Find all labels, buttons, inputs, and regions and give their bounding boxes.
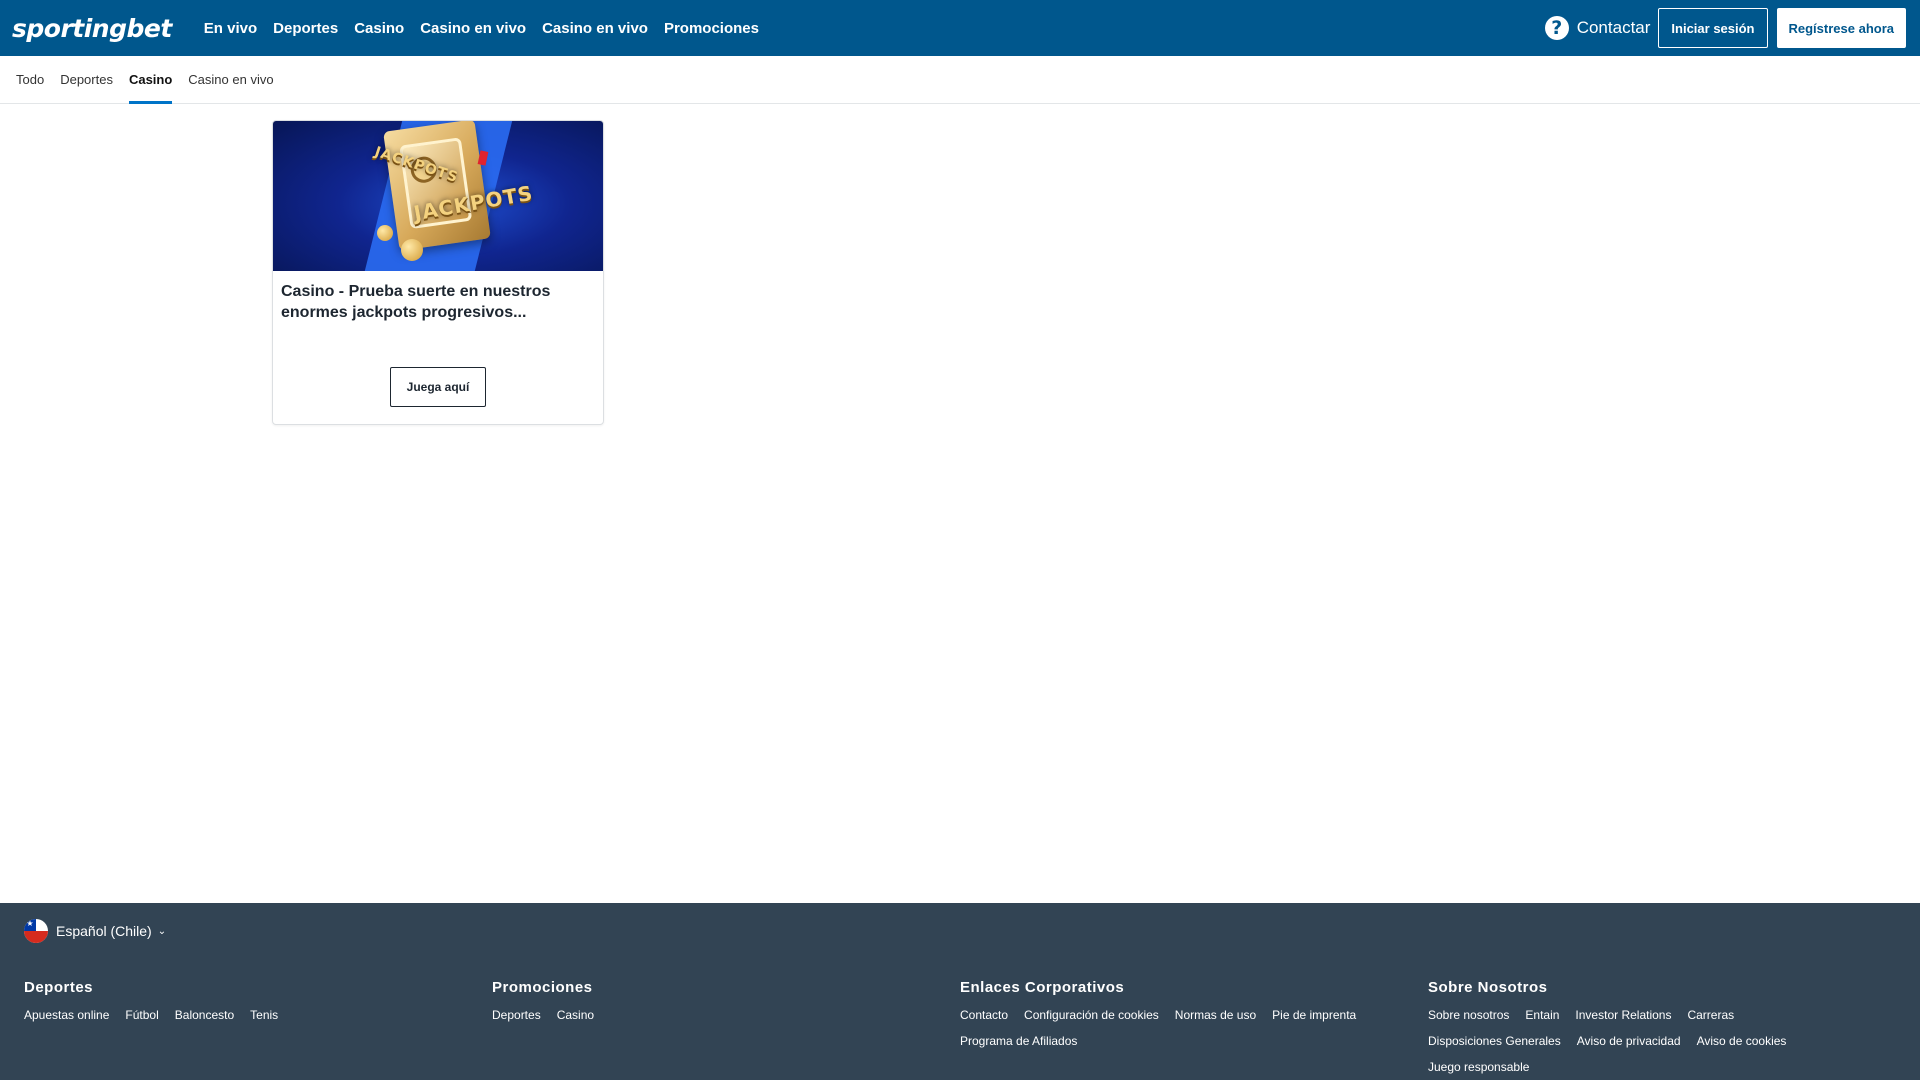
footer-link[interactable]: Tenis [250,1008,278,1034]
footer-column-sobre-nosotros: Sobre Nosotros Sobre nosotros Entain Inv… [1428,979,1848,1080]
footer-column-title: Sobre Nosotros [1428,979,1548,996]
main-nav: En vivo Deportes Casino Casino en vivo C… [204,0,775,56]
footer-link[interactable]: Carreras [1687,1008,1734,1034]
chevron-down-icon: ⌄ [157,925,167,937]
footer-column-deportes: Deportes Apuestas online Fútbol Balonces… [24,979,444,1034]
footer-link[interactable]: Sobre nosotros [1428,1008,1509,1034]
footer-link[interactable]: Deportes [492,1008,541,1034]
footer-link[interactable]: Programa de Afiliados [960,1034,1077,1060]
footer-link[interactable]: Normas de uso [1175,1008,1256,1034]
footer-column-title: Promociones [492,979,593,996]
nav-casino-en-vivo[interactable]: Casino en vivo [420,20,526,37]
footer-link[interactable]: Investor Relations [1575,1008,1671,1034]
footer-column-promociones: Promociones Deportes Casino [492,979,912,1034]
sportingbet-logo[interactable]: sportingbet [12,14,172,43]
contact-label: Contactar [1576,18,1651,37]
help-icon: ? [1544,16,1569,40]
footer-link[interactable]: Aviso de privacidad [1577,1034,1681,1060]
language-selector[interactable]: ★ Español (Chile) ⌄ [24,919,166,943]
register-button[interactable]: Regístrese ahora [1776,8,1906,48]
coin-icon [377,225,393,241]
footer-link[interactable]: Juego responsable [1428,1060,1529,1080]
tab-todo[interactable]: Todo [16,56,44,103]
jackpots-banner-image: JACKPOTS JACKPOTS [273,121,603,271]
footer-link[interactable]: Configuración de cookies [1024,1008,1159,1034]
chile-flag-icon: ★ [24,919,48,943]
contact-link[interactable]: ? Contactar [1544,16,1651,40]
footer-link[interactable]: Apuestas online [24,1008,109,1034]
nav-deportes[interactable]: Deportes [273,20,338,37]
footer-link[interactable]: Entain [1525,1008,1559,1034]
footer-link[interactable]: Contacto [960,1008,1008,1034]
tab-casino[interactable]: Casino [128,56,173,104]
footer-link[interactable]: Pie de imprenta [1272,1008,1356,1034]
top-header: sportingbet En vivo Deportes Casino Casi… [0,0,1920,56]
footer-column-enlaces-corporativos: Enlaces Corporativos Contacto Configurac… [960,979,1380,1060]
promo-card-title: Casino - Prueba suerte en nuestros enorm… [281,283,551,321]
footer-column-title: Deportes [24,979,94,996]
footer-link[interactable]: Fútbol [125,1008,158,1034]
header-actions: ? Contactar Iniciar sesión Regístrese ah… [1544,0,1906,56]
site-footer: ★ Español (Chile) ⌄ Deportes Apuestas on… [0,903,1920,1080]
play-here-button[interactable]: Juega aquí [390,367,486,407]
coin-icon [401,239,423,261]
nav-casino[interactable]: Casino [354,20,404,37]
footer-link[interactable]: Disposiciones Generales [1428,1034,1561,1060]
promo-filter-tabs: Todo Deportes Casino Casino en vivo [0,56,1920,104]
nav-casino-en-vivo-2[interactable]: Casino en vivo [542,20,648,37]
footer-link[interactable]: Aviso de cookies [1697,1034,1787,1060]
footer-link[interactable]: Baloncesto [175,1008,234,1034]
nav-promociones[interactable]: Promociones [664,20,759,37]
footer-link[interactable]: Casino [557,1008,594,1034]
promo-card[interactable]: JACKPOTS JACKPOTS Casino - Prueba suerte… [272,120,604,425]
tab-deportes[interactable]: Deportes [60,56,113,103]
footer-column-title: Enlaces Corporativos [960,979,1125,996]
nav-en-vivo[interactable]: En vivo [204,20,257,37]
vault-illustration [383,121,491,251]
login-button[interactable]: Iniciar sesión [1658,8,1768,48]
tab-casino-en-vivo[interactable]: Casino en vivo [188,56,273,103]
promo-card-actions: Juega aquí [273,367,603,407]
language-label: Español (Chile) [56,923,152,939]
